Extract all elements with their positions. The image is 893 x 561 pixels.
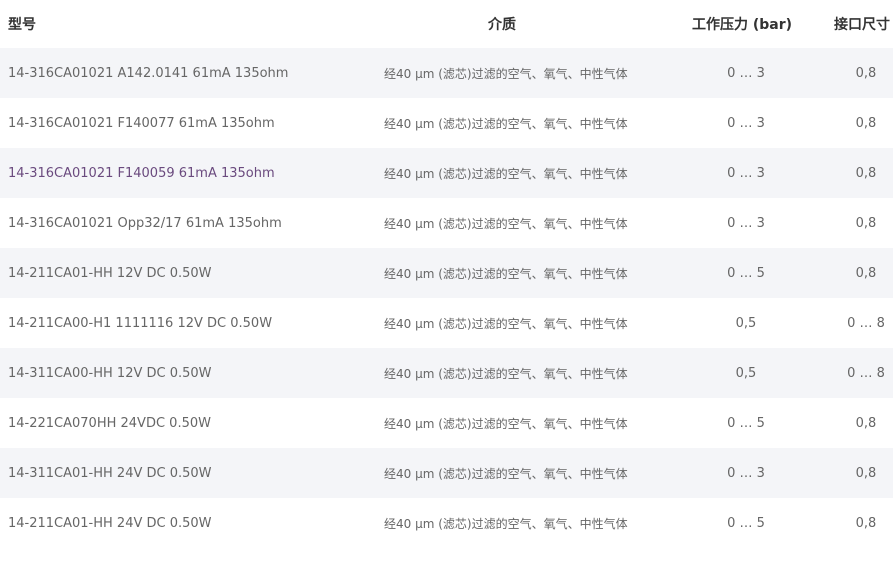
cell-medium: 经40 μm (滤芯)过滤的空气、氧气、中性气体 (384, 348, 628, 398)
table-row[interactable]: 14-311CA00-HH 12V DC 0.50W 经40 μm (滤芯)过滤… (0, 348, 893, 398)
table-row[interactable]: 14-211CA00-H1 1111116 12V DC 0.50W 经40 μ… (0, 298, 893, 348)
cell-medium: 经40 μm (滤芯)过滤的空气、氧气、中性气体 (384, 98, 628, 148)
cell-port-size: 0 … 8 (847, 315, 885, 331)
cell-pressure: 0 … 3 (727, 165, 765, 181)
table-row-hovered[interactable]: 14-316CA01021 F140059 61mA 135ohm 经40 μm… (0, 148, 893, 198)
table-row[interactable]: 14-211CA01-HH 24V DC 0.50W 经40 μm (滤芯)过滤… (0, 498, 893, 548)
cell-medium: 经40 μm (滤芯)过滤的空气、氧气、中性气体 (384, 48, 628, 98)
cell-medium-text: 经40 μm (滤芯)过滤的空气、氧气、中性气体 (384, 316, 628, 331)
cell-medium-text: 经40 μm (滤芯)过滤的空气、氧气、中性气体 (384, 416, 628, 431)
column-header-pressure[interactable]: 工作压力 (bar) (692, 0, 792, 48)
cell-medium-text: 经40 μm (滤芯)过滤的空气、氧气、中性气体 (384, 116, 628, 131)
cell-medium-text: 经40 μm (滤芯)过滤的空气、氧气、中性气体 (384, 166, 628, 181)
table-row[interactable]: 14-221CA070HH 24VDC 0.50W 经40 μm (滤芯)过滤的… (0, 398, 893, 448)
cell-medium: 经40 μm (滤芯)过滤的空气、氧气、中性气体 (384, 498, 628, 548)
cell-pressure: 0 … 3 (727, 115, 765, 131)
cell-medium: 经40 μm (滤芯)过滤的空气、氧气、中性气体 (384, 398, 628, 448)
cell-pressure: 0 … 3 (727, 65, 765, 81)
cell-pressure: 0 … 3 (727, 465, 765, 481)
cell-model: 14-316CA01021 F140077 61mA 135ohm (8, 115, 275, 131)
cell-port-size: 0,8 (855, 465, 877, 481)
cell-port-size: 0,8 (855, 415, 877, 431)
cell-pressure: 0 … 5 (727, 415, 765, 431)
cell-model: 14-211CA01-HH 12V DC 0.50W (8, 265, 212, 281)
cell-model: 14-221CA070HH 24VDC 0.50W (8, 415, 211, 431)
cell-port-size: 0,8 (855, 265, 877, 281)
cell-medium-text: 经40 μm (滤芯)过滤的空气、氧气、中性气体 (384, 466, 628, 481)
cell-medium: 经40 μm (滤芯)过滤的空气、氧气、中性气体 (384, 198, 628, 248)
cell-model: 14-211CA00-H1 1111116 12V DC 0.50W (8, 315, 273, 331)
cell-medium-text: 经40 μm (滤芯)过滤的空气、氧气、中性气体 (384, 266, 628, 281)
cell-medium: 经40 μm (滤芯)过滤的空气、氧气、中性气体 (384, 148, 628, 198)
cell-model: 14-316CA01021 F140059 61mA 135ohm (8, 165, 275, 181)
column-header-port-size[interactable]: 接口尺寸 (834, 0, 893, 48)
table-row[interactable]: 14-211CA01-HH 12V DC 0.50W 经40 μm (滤芯)过滤… (0, 248, 893, 298)
cell-port-size: 0,8 (855, 215, 877, 231)
cell-port-size: 0,8 (855, 165, 877, 181)
cell-model: 14-211CA01-HH 24V DC 0.50W (8, 515, 212, 531)
cell-model: 14-311CA00-HH 12V DC 0.50W (8, 365, 212, 381)
cell-medium-text: 经40 μm (滤芯)过滤的空气、氧气、中性气体 (384, 516, 628, 531)
cell-pressure: 0,5 (735, 365, 757, 381)
cell-port-size: 0,8 (855, 65, 877, 81)
cell-port-size: 0,8 (855, 115, 877, 131)
table-row[interactable]: 14-316CA01021 Opp32/17 61mA 135ohm 经40 μ… (0, 198, 893, 248)
cell-port-size: 0 … 8 (847, 365, 885, 381)
cell-model: 14-311CA01-HH 24V DC 0.50W (8, 465, 212, 481)
table-row[interactable]: 14-316CA01021 A142.0141 61mA 135ohm 经40 … (0, 48, 893, 98)
cell-medium-text: 经40 μm (滤芯)过滤的空气、氧气、中性气体 (384, 216, 628, 231)
cell-port-size: 0,8 (855, 515, 877, 531)
cell-medium-text: 经40 μm (滤芯)过滤的空气、氧气、中性气体 (384, 366, 628, 381)
cell-medium: 经40 μm (滤芯)过滤的空气、氧气、中性气体 (384, 448, 628, 498)
table-header: 型号 介质 工作压力 (bar) 接口尺寸 (0, 0, 893, 48)
column-header-model[interactable]: 型号 (8, 0, 36, 48)
cell-medium: 经40 μm (滤芯)过滤的空气、氧气、中性气体 (384, 248, 628, 298)
table-row[interactable]: 14-316CA01021 F140077 61mA 135ohm 经40 μm… (0, 98, 893, 148)
product-table: 型号 介质 工作压力 (bar) 接口尺寸 14-316CA01021 A142… (0, 0, 893, 548)
cell-pressure: 0 … 5 (727, 265, 765, 281)
cell-medium-text: 经40 μm (滤芯)过滤的空气、氧气、中性气体 (384, 66, 628, 81)
cell-model: 14-316CA01021 Opp32/17 61mA 135ohm (8, 215, 282, 231)
cell-pressure: 0 … 5 (727, 515, 765, 531)
table-row[interactable]: 14-311CA01-HH 24V DC 0.50W 经40 μm (滤芯)过滤… (0, 448, 893, 498)
cell-pressure: 0,5 (735, 315, 757, 331)
cell-model: 14-316CA01021 A142.0141 61mA 135ohm (8, 65, 289, 81)
cell-medium: 经40 μm (滤芯)过滤的空气、氧气、中性气体 (384, 298, 628, 348)
cell-pressure: 0 … 3 (727, 215, 765, 231)
column-header-medium[interactable]: 介质 (488, 0, 516, 48)
